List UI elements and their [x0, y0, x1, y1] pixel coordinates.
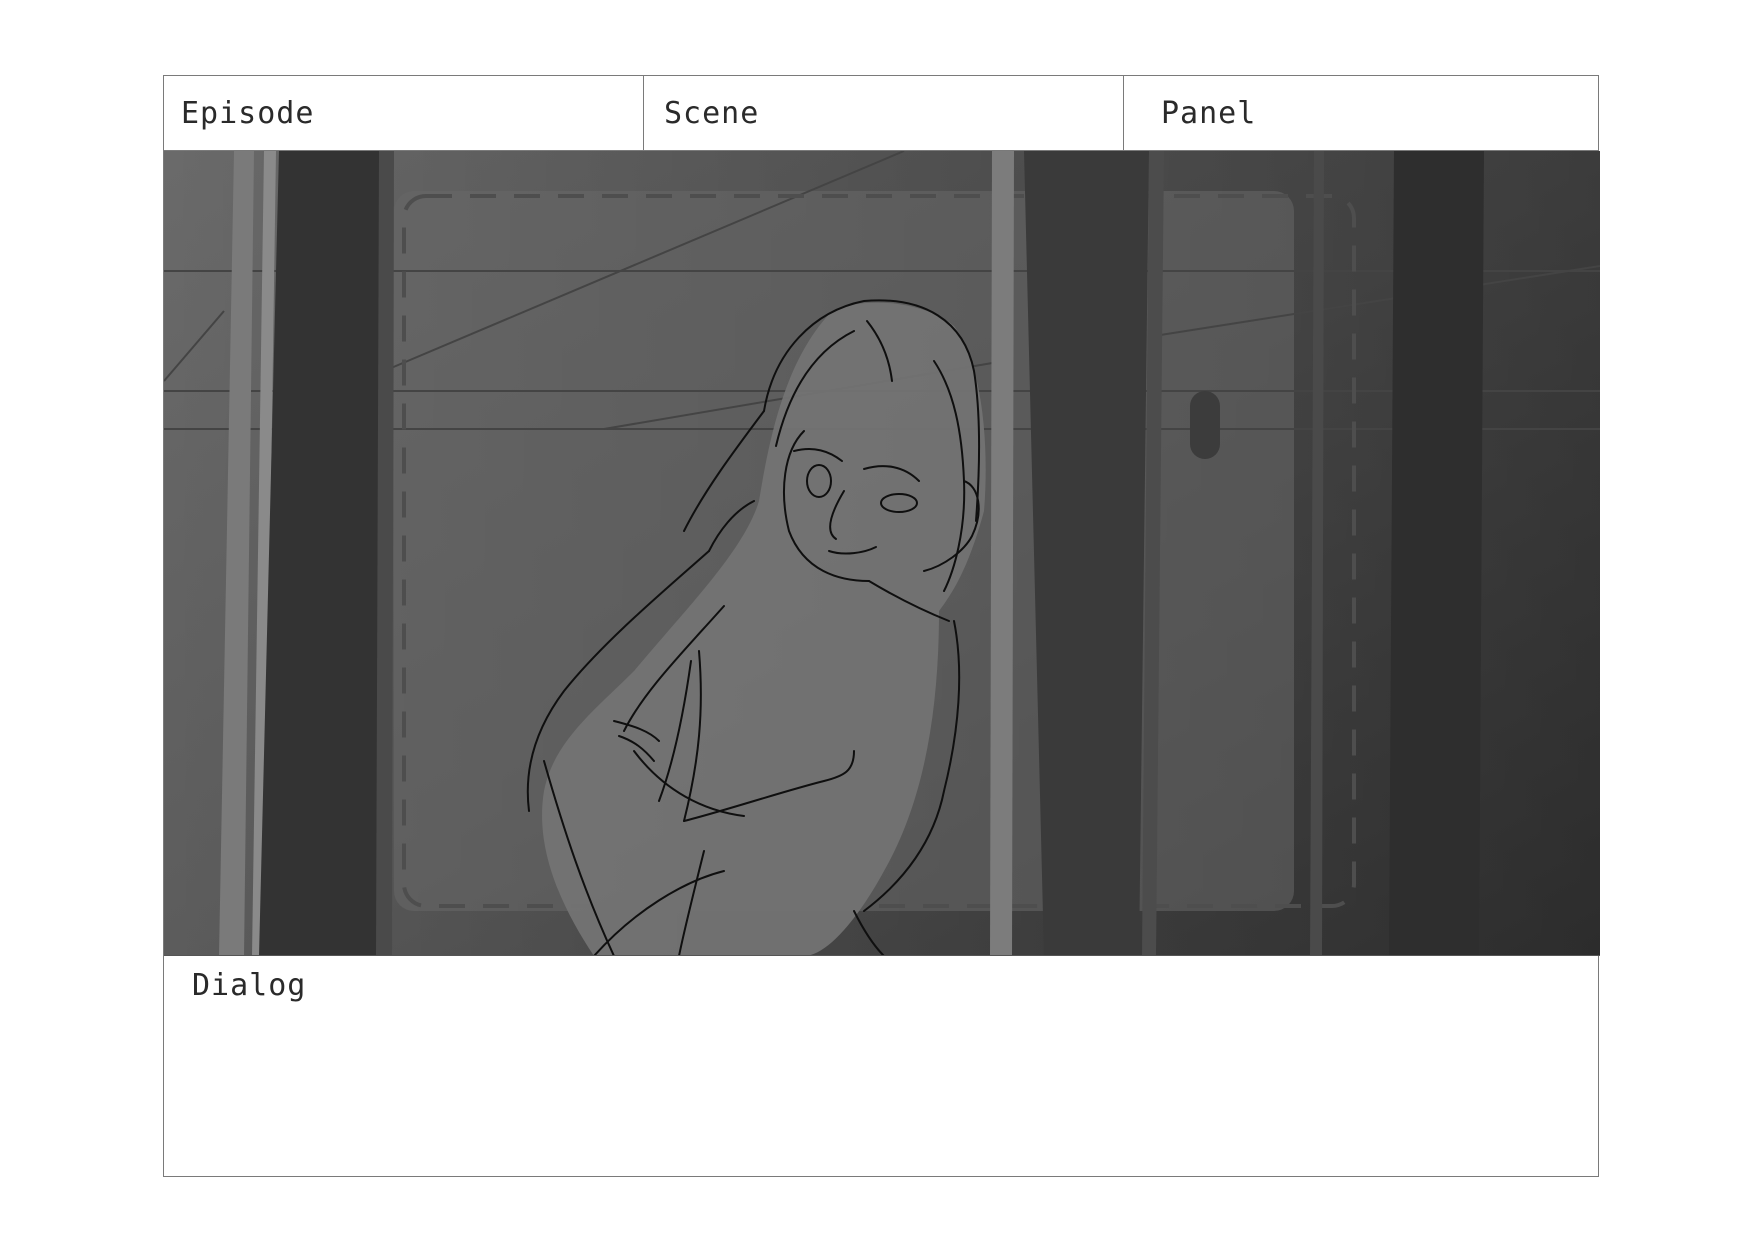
scene-field[interactable]: Scene [644, 76, 1124, 150]
wall-lamp [1190, 391, 1220, 459]
sketch-illustration [164, 151, 1600, 955]
header-row: Episode Scene Panel [164, 76, 1598, 151]
storyboard-sheet: Episode Scene Panel Dialog [163, 75, 1600, 1177]
episode-field[interactable]: Episode [164, 76, 644, 150]
left-pillars [219, 151, 394, 955]
episode-label: Episode [181, 96, 315, 131]
scene-label: Scene [664, 96, 760, 131]
panel-label: Panel [1161, 96, 1257, 131]
dialog-field[interactable]: Dialog [164, 956, 1598, 1176]
dialog-label: Dialog [192, 968, 307, 1003]
panel-field[interactable]: Panel [1124, 76, 1600, 150]
panel-drawing [164, 151, 1600, 956]
